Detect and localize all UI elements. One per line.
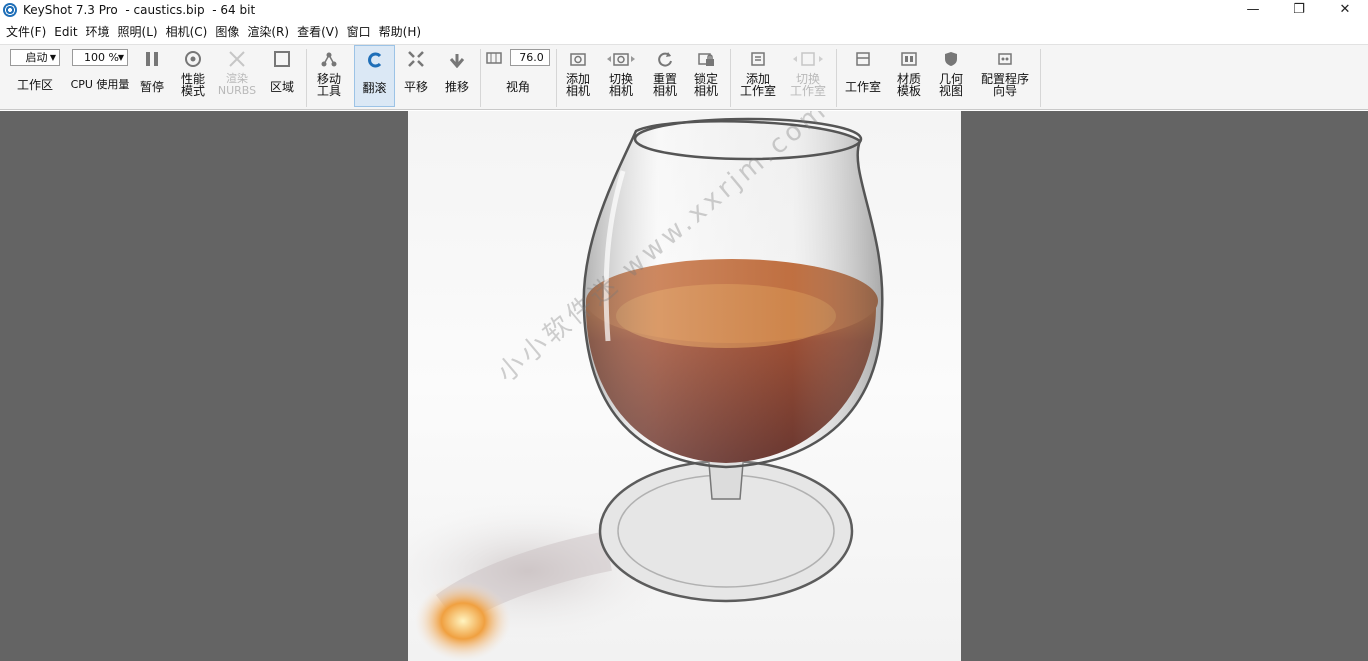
material-template-label: 材质 模板 — [896, 72, 921, 98]
menu-bar: 文件(F) Edit 环境 照明(L) 相机(C) 图像 渲染(R) 查看(V)… — [0, 21, 1368, 42]
nurbs-icon — [228, 45, 246, 73]
wizard-icon — [996, 45, 1014, 73]
render-nurbs-button[interactable]: 渲染 NURBS — [216, 45, 258, 107]
studio-icon — [854, 45, 872, 73]
menu-environment[interactable]: 环境 — [82, 23, 114, 40]
fov-icon — [486, 51, 502, 68]
cpu-usage-label: CPU 使用量 — [70, 78, 130, 91]
add-studio-label: 添加 工作室 — [739, 72, 776, 98]
minimize-button[interactable]: — — [1230, 0, 1276, 19]
menu-image[interactable]: 图像 — [211, 23, 243, 40]
add-camera-label: 添加 相机 — [565, 72, 590, 98]
workspace-dropdown[interactable]: 启动 ▼ — [10, 49, 60, 66]
separator — [1040, 49, 1041, 107]
configuration-wizard-label: 配置程序 向导 — [980, 72, 1029, 98]
caustic-light — [415, 581, 511, 661]
fov-input[interactable]: 76.0 — [510, 49, 550, 66]
tumble-icon — [366, 46, 384, 74]
lock-camera-icon — [697, 45, 715, 73]
menu-file[interactable]: 文件(F) — [2, 23, 50, 40]
menu-edit[interactable]: Edit — [50, 25, 81, 39]
move-tool-label: 移动 工具 — [316, 72, 341, 98]
move-tool-icon — [320, 45, 338, 73]
switch-studio-button[interactable]: 切换 工作室 — [784, 45, 832, 107]
workspace-label: 工作区 — [16, 78, 53, 92]
configuration-wizard-button[interactable]: 配置程序 向导 — [974, 45, 1036, 107]
tumble-label: 翻滚 — [362, 81, 387, 95]
lock-camera-button[interactable]: 锁定 相机 — [686, 45, 726, 107]
separator — [480, 49, 481, 107]
add-camera-icon — [569, 45, 587, 73]
pan-label: 平移 — [403, 80, 428, 94]
switch-camera-icon — [603, 45, 639, 73]
lock-camera-label: 锁定 相机 — [693, 72, 718, 98]
add-studio-icon — [749, 45, 767, 73]
chevron-down-icon: ▼ — [117, 53, 124, 62]
menu-camera[interactable]: 相机(C) — [162, 23, 212, 40]
performance-icon — [184, 45, 202, 73]
pan-button[interactable]: 平移 — [398, 45, 434, 107]
reset-camera-icon — [656, 45, 674, 73]
cpu-usage-tool: 100 % ▼ CPU 使用量 — [68, 45, 132, 107]
region-button[interactable]: 区域 — [262, 45, 302, 107]
switch-camera-label: 切换 相机 — [608, 72, 633, 98]
fov-row: 76.0 — [484, 45, 552, 73]
menu-window[interactable]: 窗口 — [343, 23, 375, 40]
dolly-arrow-icon — [448, 45, 466, 73]
separator — [730, 49, 731, 107]
switch-camera-button[interactable]: 切换 相机 — [600, 45, 642, 107]
reset-camera-button[interactable]: 重置 相机 — [646, 45, 684, 107]
region-icon — [273, 45, 291, 73]
region-label: 区域 — [269, 80, 294, 94]
menu-view[interactable]: 查看(V) — [293, 23, 343, 40]
window-title: KeyShot 7.3 Pro - caustics.bip - 64 bit — [23, 2, 256, 17]
title-bar: KeyShot 7.3 Pro - caustics.bip - 64 bit … — [0, 0, 1368, 19]
workspace-value: 启动 — [25, 51, 48, 64]
switch-studio-icon — [788, 45, 828, 73]
pan-icon — [407, 45, 425, 73]
ribbon-toolbar: 启动 ▼ 工作区 100 % ▼ CPU 使用量 暂停 性能 模式 渲染 NUR… — [0, 44, 1368, 110]
render-nurbs-label: 渲染 NURBS — [217, 72, 257, 97]
menu-help[interactable]: 帮助(H) — [375, 23, 425, 40]
material-template-button[interactable]: 材质 模板 — [890, 45, 928, 107]
reset-camera-label: 重置 相机 — [652, 72, 677, 98]
tumble-button[interactable]: 翻滚 — [354, 45, 395, 107]
dolly-button[interactable]: 推移 — [438, 45, 476, 107]
pause-button[interactable]: 暂停 — [136, 45, 168, 107]
move-tool-button[interactable]: 移动 工具 — [310, 45, 348, 107]
close-button[interactable]: ✕ — [1322, 0, 1368, 19]
performance-mode-button[interactable]: 性能 模式 — [172, 45, 214, 107]
dolly-label: 推移 — [444, 80, 469, 94]
add-studio-button[interactable]: 添加 工作室 — [734, 45, 782, 107]
studio-label: 工作室 — [844, 80, 881, 94]
studio-button[interactable]: 工作室 — [840, 45, 886, 107]
geometry-view-button[interactable]: 几何 视图 — [932, 45, 970, 107]
geometry-view-label: 几何 视图 — [938, 72, 963, 98]
window-controls: — ❐ ✕ — [1230, 0, 1368, 19]
render-viewport[interactable]: 小小软件迷 www.xxrjm.com — [0, 111, 1368, 661]
menu-render[interactable]: 渲染(R) — [243, 23, 293, 40]
shield-icon — [942, 45, 960, 73]
field-of-view-tool: 76.0 视角 — [484, 45, 552, 107]
separator — [306, 49, 307, 107]
cpu-usage-dropdown[interactable]: 100 % ▼ — [72, 49, 128, 66]
restore-button[interactable]: ❐ — [1276, 0, 1322, 19]
pause-icon — [144, 45, 160, 73]
performance-label: 性能 模式 — [180, 72, 205, 98]
fov-label: 视角 — [505, 80, 530, 94]
keyshot-logo-icon — [3, 2, 17, 17]
chevron-down-icon: ▼ — [49, 53, 56, 62]
pause-label: 暂停 — [139, 80, 164, 94]
cpu-usage-value: 100 % — [84, 51, 119, 64]
wine-glass-render — [408, 117, 884, 661]
add-camera-button[interactable]: 添加 相机 — [560, 45, 596, 107]
render-image[interactable]: 小小软件迷 www.xxrjm.com — [408, 111, 961, 661]
menu-lighting[interactable]: 照明(L) — [114, 23, 162, 40]
workspace-tool: 启动 ▼ 工作区 — [6, 45, 64, 107]
separator — [556, 49, 557, 107]
separator — [836, 49, 837, 107]
switch-studio-label: 切换 工作室 — [789, 72, 826, 98]
material-template-icon — [900, 45, 918, 73]
